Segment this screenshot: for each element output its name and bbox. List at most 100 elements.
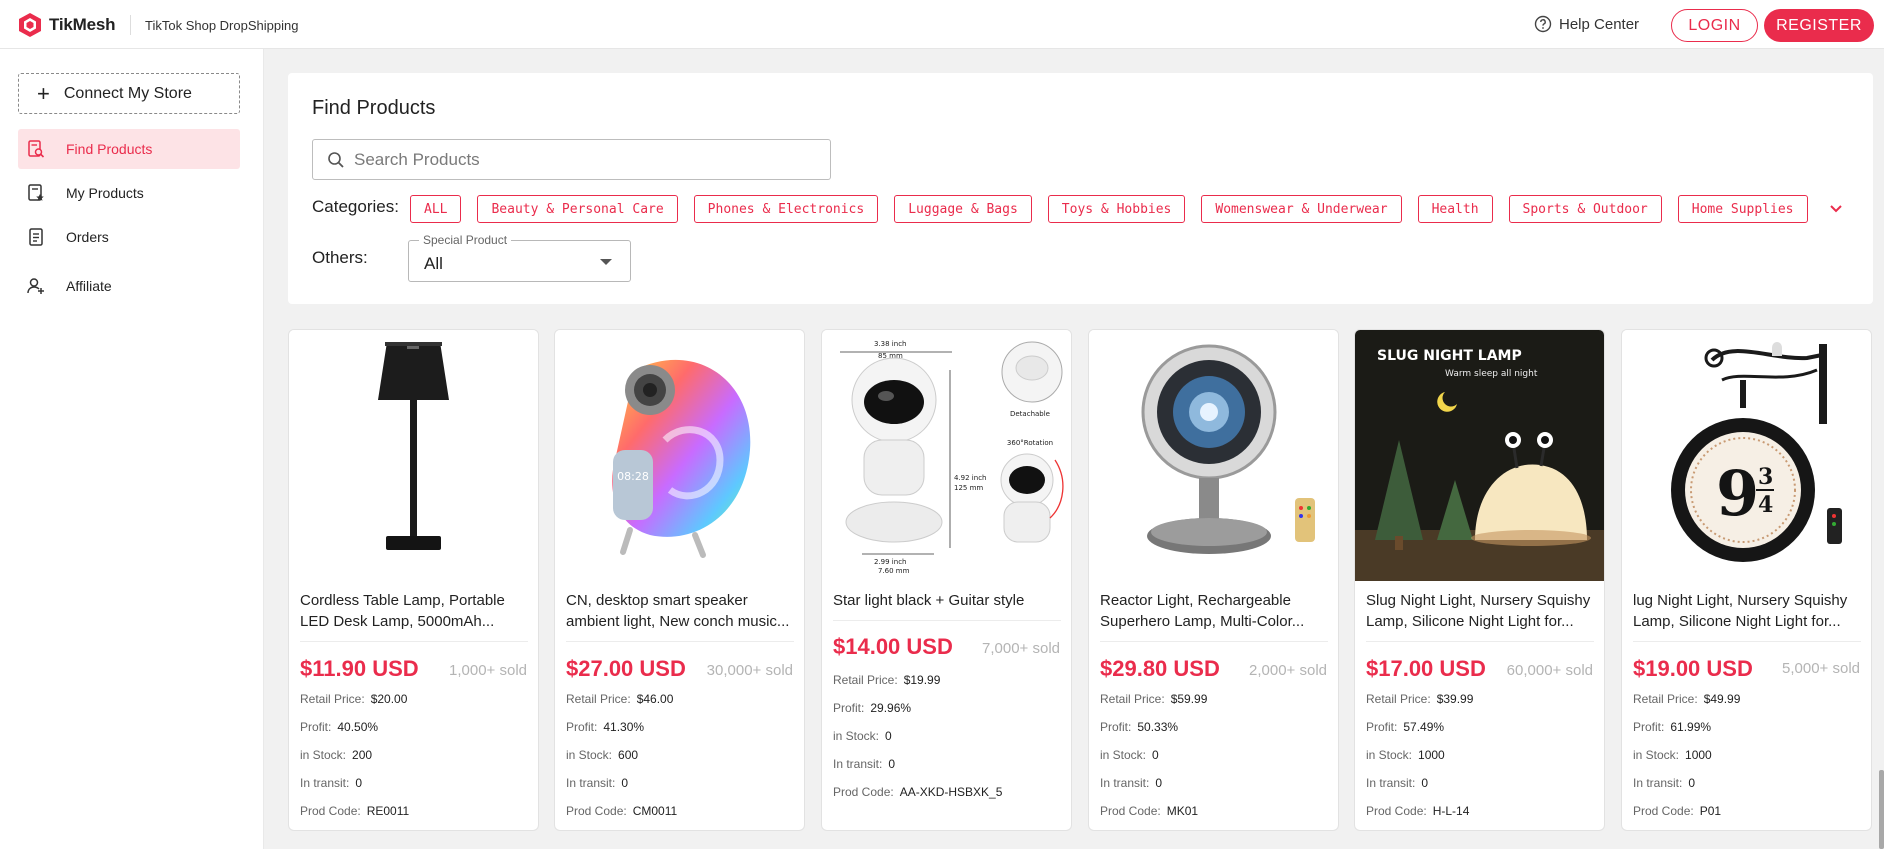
tikmesh-logo-icon xyxy=(19,13,41,37)
product-image-station-clock: 9 3 4 xyxy=(1622,330,1871,581)
prod-code-row: Prod Code: MK01 xyxy=(1100,804,1199,818)
affiliate-icon xyxy=(26,276,46,296)
login-button[interactable]: LOGIN xyxy=(1671,9,1758,42)
product-card[interactable]: Reactor Light, Rechargeable Superhero La… xyxy=(1088,329,1339,831)
stock-row: in Stock: 200 xyxy=(300,748,373,762)
category-chip-luggage[interactable]: Luggage & Bags xyxy=(894,195,1032,223)
category-chip-all[interactable]: ALL xyxy=(410,195,462,223)
retail-price-row: Retail Price: $46.00 xyxy=(566,692,674,706)
product-name: Cordless Table Lamp, Portable LED Desk L… xyxy=(300,592,505,630)
product-card[interactable]: SLUG NIGHT LAMP Warm sleep all night Slu… xyxy=(1354,329,1605,831)
product-price: $29.80 USD xyxy=(1100,656,1220,681)
others-label: Others: xyxy=(312,248,368,267)
svg-text:Warm sleep all night: Warm sleep all night xyxy=(1445,369,1538,379)
sidebar: + Connect My Store Find Products My Prod… xyxy=(0,49,264,849)
card-divider xyxy=(566,641,794,642)
product-sold-count: 7,000+ sold xyxy=(982,640,1060,657)
product-price: $27.00 USD xyxy=(566,656,686,681)
svg-text:08:28: 08:28 xyxy=(617,470,649,483)
search-input[interactable] xyxy=(354,149,814,170)
category-chip-sports[interactable]: Sports & Outdoor xyxy=(1508,195,1662,223)
prod-code-row: Prod Code: AA-XKD-HSBXK_5 xyxy=(833,785,1003,799)
product-sold-count: 60,000+ sold xyxy=(1506,662,1593,679)
connect-store-label: Connect My Store xyxy=(63,84,192,102)
category-chip-toys[interactable]: Toys & Hobbies xyxy=(1047,195,1186,223)
product-card[interactable]: 3.38 inch 85 mm 4.92 inch 125 mm 2.99 in… xyxy=(821,329,1072,831)
product-price: $11.90 USD xyxy=(300,656,419,681)
special-product-value: All xyxy=(424,254,443,273)
retail-price-row: Retail Price: $39.99 xyxy=(1366,692,1474,706)
sidebar-item-find-products[interactable]: Find Products xyxy=(18,129,240,169)
product-grid: Cordless Table Lamp, Portable LED Desk L… xyxy=(288,329,1884,849)
prod-code-row: Prod Code: CM0011 xyxy=(566,804,678,818)
product-price: $14.00 USD xyxy=(833,634,953,659)
help-center-label: Help Center xyxy=(1559,15,1640,33)
svg-text:3.38 inch: 3.38 inch xyxy=(874,340,906,348)
profit-row: Profit: 41.30% xyxy=(566,720,645,734)
sidebar-item-my-products[interactable]: My Products xyxy=(18,173,240,213)
product-image-astronaut-projector: 3.38 inch 85 mm 4.92 inch 125 mm 2.99 in… xyxy=(822,330,1071,581)
profit-row: Profit: 61.99% xyxy=(1633,720,1712,734)
transit-row: In transit: 0 xyxy=(1633,776,1696,790)
search-icon xyxy=(328,151,344,168)
plus-icon: + xyxy=(37,80,50,106)
expand-categories-chevron-icon[interactable] xyxy=(1826,201,1846,217)
brand-name: TikMesh xyxy=(49,15,116,34)
register-button[interactable]: REGISTER xyxy=(1764,9,1874,42)
help-center-link[interactable]: Help Center xyxy=(1534,15,1639,33)
profit-row: Profit: 40.50% xyxy=(300,720,379,734)
product-name: lug Night Light, Nursery Squishy Lamp, S… xyxy=(1633,592,1848,630)
product-card[interactable]: Cordless Table Lamp, Portable LED Desk L… xyxy=(288,329,539,831)
sidebar-item-label: Affiliate xyxy=(66,278,112,294)
sidebar-item-orders[interactable]: Orders xyxy=(18,217,240,257)
category-chips: ALL Beauty & Personal Care Phones & Elec… xyxy=(410,195,1808,223)
transit-row: In transit: 0 xyxy=(1100,776,1163,790)
svg-text:SLUG NIGHT LAMP: SLUG NIGHT LAMP xyxy=(1377,348,1522,364)
product-image-slug-lamp: SLUG NIGHT LAMP Warm sleep all night xyxy=(1355,330,1604,581)
card-divider xyxy=(833,620,1061,621)
find-products-icon xyxy=(26,139,46,159)
stock-row: in Stock: 1000 xyxy=(1366,748,1445,762)
brand-logo[interactable]: TikMesh xyxy=(17,12,116,38)
product-card[interactable]: 9 3 4 lug Night Light, Nursery Squishy L… xyxy=(1621,329,1872,831)
prod-code-row: Prod Code: H-L-14 xyxy=(1366,804,1470,818)
svg-text:2.99 inch: 2.99 inch xyxy=(874,558,906,566)
svg-text:4: 4 xyxy=(1758,492,1773,518)
product-image-conch-speaker: 08:28 xyxy=(555,330,804,581)
product-name: CN, desktop smart speaker ambient light,… xyxy=(566,592,790,630)
svg-text:125 mm: 125 mm xyxy=(954,484,983,492)
product-name: Slug Night Light, Nursery Squishy Lamp, … xyxy=(1366,592,1591,630)
app-subtitle: TikTok Shop DropShipping xyxy=(145,18,299,33)
category-chip-beauty[interactable]: Beauty & Personal Care xyxy=(477,195,678,223)
card-divider xyxy=(300,641,528,642)
product-name: Reactor Light, Rechargeable Superhero La… xyxy=(1100,592,1305,630)
category-chip-home[interactable]: Home Supplies xyxy=(1677,195,1808,223)
special-product-select[interactable]: Special Product All xyxy=(408,233,631,282)
connect-store-button[interactable]: + Connect My Store xyxy=(18,73,240,114)
sidebar-item-affiliate[interactable]: Affiliate xyxy=(18,266,240,306)
category-chip-health[interactable]: Health xyxy=(1417,195,1493,223)
header-divider xyxy=(130,15,131,35)
card-divider xyxy=(1633,641,1861,642)
page-title: Find Products xyxy=(312,97,436,119)
product-price: $19.00 USD xyxy=(1633,656,1753,681)
retail-price-row: Retail Price: $49.99 xyxy=(1633,692,1741,706)
filter-panel: Find Products Categories: ALL Beauty & P… xyxy=(288,73,1873,304)
category-chip-womenswear[interactable]: Womenswear & Underwear xyxy=(1201,195,1402,223)
categories-label: Categories: xyxy=(312,197,399,216)
retail-price-row: Retail Price: $19.99 xyxy=(833,673,941,687)
profit-row: Profit: 57.49% xyxy=(1366,720,1445,734)
transit-row: In transit: 0 xyxy=(566,776,629,790)
profit-row: Profit: 29.96% xyxy=(833,701,912,715)
transit-row: In transit: 0 xyxy=(1366,776,1429,790)
product-card[interactable]: 08:28 CN, desktop smart speaker ambient … xyxy=(554,329,805,831)
sidebar-item-label: Orders xyxy=(66,229,109,245)
product-sold-count: 5,000+ sold xyxy=(1782,660,1860,677)
orders-icon xyxy=(26,227,46,247)
stock-row: in Stock: 600 xyxy=(566,748,639,762)
category-chip-phones[interactable]: Phones & Electronics xyxy=(693,195,879,223)
search-box[interactable] xyxy=(312,139,831,180)
product-sold-count: 1,000+ sold xyxy=(449,662,527,679)
page-scrollbar[interactable] xyxy=(1879,770,1884,849)
transit-row: In transit: 0 xyxy=(300,776,363,790)
